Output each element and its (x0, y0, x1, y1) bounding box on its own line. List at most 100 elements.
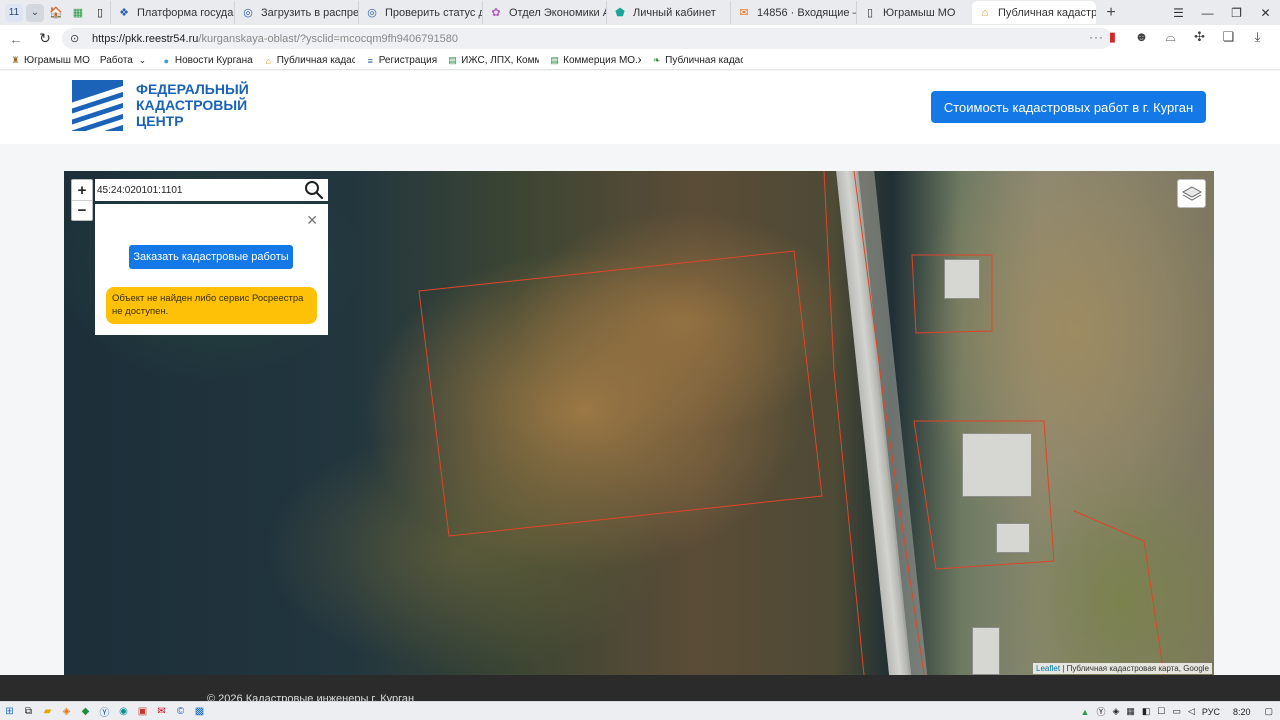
hat-icon[interactable]: ⌓ (1156, 29, 1185, 45)
window-controls: ☰ — ❐ ✕ (1164, 0, 1280, 25)
house-icon: ⌂ (265, 55, 271, 66)
map-attribution: Leaflet | Публичная кадастровая карта, G… (1033, 663, 1212, 674)
back-icon[interactable]: ← (3, 31, 29, 47)
mail-icon: ✉ (739, 7, 749, 19)
puzzle-icon[interactable]: ✣ (1185, 29, 1214, 45)
parcel-boundary (913, 420, 1055, 570)
logo-mark-icon (72, 80, 123, 131)
parcel-boundary (911, 254, 993, 334)
bookmark-cadastre-2[interactable]: ❧ Публичная кадаст (651, 55, 743, 66)
zoom-control: + − (71, 179, 93, 221)
telegram-icon: ● (163, 55, 170, 66)
address-bar[interactable]: ⊙ https://pkk.reestr54.ru/kurganskaya-ob… (62, 28, 1112, 49)
gov-icon: ❖ (119, 7, 129, 19)
list-icon: ≡ (367, 55, 373, 66)
browser-tab-bar: 11 ⌄ 🏠 ▦ ▯ ❖ Платформа государстве ◎ Заг… (0, 0, 1280, 25)
bookmark-cadastre-1[interactable]: ⌂ Публичная кадаст (263, 55, 354, 66)
leaflet-link[interactable]: Leaflet (1036, 664, 1060, 673)
tray-arrow-icon[interactable]: ▲ (1081, 707, 1090, 717)
app-icon[interactable]: ▩ (190, 703, 209, 720)
bookmark-commerce[interactable]: ▤ Коммерция МО.xl (549, 55, 641, 66)
tab-economy[interactable]: ✿ Отдел Экономики Адми (482, 1, 606, 24)
site-info-icon[interactable]: ⊙ (70, 32, 84, 45)
sheet-icon: ▤ (550, 55, 559, 65)
tab-public-cadastre[interactable]: ⌂ Публичная кадастр ✕ (972, 1, 1096, 24)
tray-app-icon[interactable]: ▦ (1126, 706, 1135, 717)
bookmark-news[interactable]: ● Новости Кургана (161, 55, 253, 66)
bookmark-icon[interactable]: ▮ (1098, 29, 1127, 45)
site-logo[interactable]: Федеральный кадастровый центр (72, 80, 249, 131)
pinned-tab-doc-icon[interactable]: ▯ (90, 3, 110, 23)
download-icon[interactable]: ⤓ (1243, 29, 1272, 45)
app-icon[interactable]: ◆ (76, 703, 95, 720)
globe-icon: ◎ (243, 7, 253, 19)
chevron-down-icon: ⌄ (138, 55, 147, 65)
zoom-in-button[interactable]: + (72, 180, 92, 200)
parcel-boundary (1073, 510, 1165, 675)
minimize-icon[interactable]: — (1193, 6, 1222, 20)
order-cadastral-work-button[interactable]: Заказать кадастровые работы (129, 245, 293, 269)
address-row: ← ↻ ⊙ https://pkk.reestr54.ru/kurganskay… (0, 25, 1280, 52)
tab-platform[interactable]: ❖ Платформа государстве (110, 1, 234, 24)
bookmark-yurgamysh[interactable]: ♜ Югрaмыш МО (10, 55, 89, 66)
layers-icon[interactable] (1177, 179, 1206, 208)
tray-network-icon[interactable]: ▭ (1172, 706, 1181, 717)
app-icon[interactable]: ◉ (114, 703, 133, 720)
new-tab-icon[interactable]: + (1100, 4, 1122, 22)
tabs-menu-icon[interactable]: ⌄ (26, 3, 44, 22)
globe-icon: ◎ (367, 7, 377, 19)
flower-icon: ✿ (491, 7, 501, 19)
bookmark-folder-work[interactable]: Работа ⌄ (100, 55, 151, 66)
extension-icon[interactable]: ☻ (1127, 29, 1156, 45)
cadastral-map[interactable]: + − ✕ Заказать кадастровые работы Объект… (64, 171, 1214, 675)
system-tray: ▲ Ⓨ ◈ ▦ ◧ ☐ ▭ ◁ РУС 8:20 ▢ (1081, 702, 1280, 720)
app-icon[interactable]: ◈ (57, 703, 76, 720)
house-icon: ⌂ (981, 6, 989, 19)
tab-cabinet[interactable]: ⬟ Личный кабинет (606, 1, 730, 24)
explorer-icon[interactable]: ▰ (38, 703, 57, 720)
site-footer: © 2026 Кадастровые инженеры г. Курган (0, 675, 1280, 703)
site-header: Федеральный кадастровый центр Стоимость … (0, 71, 1280, 144)
volume-icon[interactable]: ◁ (1188, 706, 1195, 717)
clock[interactable]: 8:20 (1233, 707, 1251, 717)
app-icon[interactable]: ✉ (152, 703, 171, 720)
url-text: https://pkk.reestr54.ru/kurganskaya-obla… (92, 32, 458, 45)
app-icon[interactable]: ▣ (133, 703, 152, 720)
cadastral-number-input[interactable] (95, 180, 295, 200)
emblem-icon: ♜ (11, 55, 20, 65)
task-view-icon[interactable]: ⧉ (19, 703, 38, 720)
tab-mail[interactable]: ✉ 14856 · Входящие — Ян (730, 1, 856, 24)
leaf-icon: ❧ (652, 55, 661, 65)
document-icon: ▯ (866, 7, 874, 19)
bookmark-registration[interactable]: ≡ Регистрация (365, 55, 438, 66)
bookmark-izhs[interactable]: ▤ИЖС, ЛПХ, Коммер (447, 55, 539, 66)
collections-icon[interactable]: ❏ (1214, 29, 1243, 45)
tray-app-icon[interactable]: ☐ (1157, 706, 1165, 717)
tab-upload[interactable]: ◎ Загрузить в распределе (234, 1, 358, 24)
tab-check-status[interactable]: ◎ Проверить статус дове (358, 1, 482, 24)
reload-icon[interactable]: ↻ (32, 30, 58, 47)
logo-text: Федеральный кадастровый центр (136, 81, 249, 129)
zoom-out-button[interactable]: − (72, 200, 92, 220)
start-icon[interactable]: ⊞ (0, 703, 19, 720)
app-icon[interactable]: © (171, 703, 190, 720)
close-popup-icon[interactable]: ✕ (306, 212, 318, 229)
sheet-icon: ▤ (448, 55, 457, 65)
browser-icon[interactable]: Ⓨ (95, 703, 114, 720)
restore-icon[interactable]: ❐ (1222, 6, 1251, 20)
parcel-boundary (853, 171, 925, 675)
tray-app-icon[interactable]: ◧ (1142, 706, 1151, 717)
notifications-icon[interactable]: ▢ (1264, 706, 1273, 717)
language-indicator[interactable]: РУС (1202, 707, 1220, 717)
cadastral-cost-button[interactable]: Стоимость кадастровых работ в г. Курган (931, 91, 1206, 123)
tray-browser-icon[interactable]: Ⓨ (1096, 705, 1105, 718)
search-result-popup: ✕ Заказать кадастровые работы Объект не … (95, 204, 328, 335)
tab-count-badge[interactable]: 11 (5, 3, 23, 22)
close-window-icon[interactable]: ✕ (1251, 6, 1280, 20)
search-icon[interactable] (304, 180, 324, 200)
pinned-tab-apps-icon[interactable]: ▦ (68, 3, 88, 23)
tray-app-icon[interactable]: ◈ (1112, 706, 1119, 717)
menu-icon[interactable]: ☰ (1164, 6, 1193, 20)
tab-yurgamysh[interactable]: ▯ Юграмыш МО (856, 1, 972, 24)
pinned-tab-icon[interactable]: 🏠 (46, 3, 66, 23)
